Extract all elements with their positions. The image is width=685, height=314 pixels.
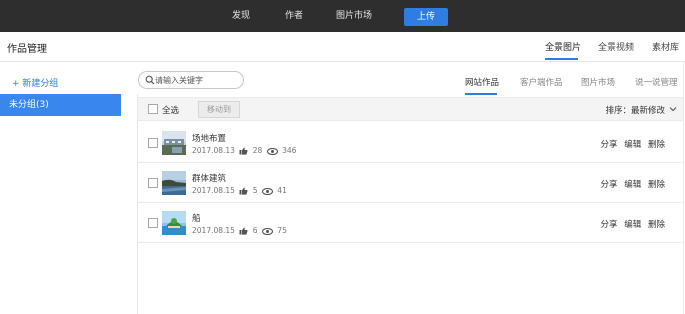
item-meta: 2017.08.15 5 41 xyxy=(192,186,287,195)
content-right-border xyxy=(683,62,684,314)
top-nav-bar: 发现 作者 图片市场 上传 xyxy=(0,0,685,32)
active-tab-indicator xyxy=(545,58,578,60)
tab-image-market[interactable]: 图片市场 xyxy=(581,76,615,88)
item-checkbox[interactable] xyxy=(148,218,158,228)
delete-button[interactable]: 删除 xyxy=(648,180,665,190)
header-divider xyxy=(0,61,685,62)
select-all-label[interactable]: 全选 xyxy=(162,104,179,116)
item-title[interactable]: 场地布置 xyxy=(192,132,226,144)
move-to-button[interactable]: 移动到 xyxy=(198,101,240,118)
eye-icon xyxy=(261,187,273,195)
list-item[interactable]: 船 2017.08.15 6 75 分享 编辑 删除 xyxy=(138,203,683,243)
thumbs-up-icon xyxy=(239,187,248,195)
item-meta: 2017.08.15 6 75 xyxy=(192,226,287,235)
thumbnail-coast-image[interactable] xyxy=(162,171,186,195)
tab-website-works[interactable]: 网站作品 xyxy=(465,76,499,88)
share-button[interactable]: 分享 xyxy=(601,220,618,230)
nav-authors[interactable]: 作者 xyxy=(285,0,303,32)
item-title[interactable]: 群体建筑 xyxy=(192,172,226,184)
nav-discover[interactable]: 发现 xyxy=(232,0,250,32)
eye-icon xyxy=(261,227,273,235)
item-actions: 分享 编辑 删除 xyxy=(597,138,665,150)
sort-dropdown[interactable]: 排序：最新修改 xyxy=(605,104,665,116)
tab-panorama-images[interactable]: 全景图片 xyxy=(545,40,581,53)
list-toolbar: 全选 移动到 排序：最新修改 xyxy=(138,97,683,121)
tab-panorama-videos[interactable]: 全景视频 xyxy=(598,40,634,53)
active-subtab-indicator xyxy=(465,93,497,95)
tab-client-works[interactable]: 客户端作品 xyxy=(520,76,563,88)
item-actions: 分享 编辑 删除 xyxy=(597,178,665,190)
delete-button[interactable]: 删除 xyxy=(648,220,665,230)
eye-icon xyxy=(266,147,278,155)
list-item[interactable]: 场地布置 2017.08.13 28 346 分享 编辑 删除 xyxy=(138,123,683,163)
item-title[interactable]: 船 xyxy=(192,212,201,224)
thumbnail-building-image[interactable] xyxy=(162,131,186,155)
edit-button[interactable]: 编辑 xyxy=(624,180,641,190)
item-date: 2017.08.15 xyxy=(192,226,235,235)
search-input[interactable] xyxy=(155,72,241,88)
item-checkbox[interactable] xyxy=(148,138,158,148)
page-title: 作品管理 xyxy=(7,44,47,55)
share-button[interactable]: 分享 xyxy=(601,140,618,150)
edit-button[interactable]: 编辑 xyxy=(624,140,641,150)
thumbs-up-icon xyxy=(239,227,248,235)
delete-button[interactable]: 删除 xyxy=(648,140,665,150)
item-views: 41 xyxy=(277,186,287,195)
new-group-button[interactable]: + 新建分组 xyxy=(12,76,58,89)
item-likes: 6 xyxy=(252,226,258,235)
chevron-down-icon[interactable] xyxy=(669,105,677,113)
item-checkbox[interactable] xyxy=(148,178,158,188)
item-likes: 5 xyxy=(252,186,258,195)
tab-material-library[interactable]: 素材库 xyxy=(652,40,679,53)
tab-talk-management[interactable]: 说一说管理 xyxy=(635,76,678,88)
list-item[interactable]: 群体建筑 2017.08.15 5 41 分享 编辑 删除 xyxy=(138,163,683,203)
item-views: 346 xyxy=(282,146,297,155)
search-icon[interactable] xyxy=(145,75,155,85)
item-views: 75 xyxy=(277,226,287,235)
item-meta: 2017.08.13 28 346 xyxy=(192,146,296,155)
upload-button[interactable]: 上传 xyxy=(404,8,448,26)
edit-button[interactable]: 编辑 xyxy=(624,220,641,230)
search-box xyxy=(138,71,244,89)
item-date: 2017.08.13 xyxy=(192,146,235,155)
item-date: 2017.08.15 xyxy=(192,186,235,195)
item-actions: 分享 编辑 删除 xyxy=(597,218,665,230)
item-likes: 28 xyxy=(252,146,263,155)
thumbs-up-icon xyxy=(239,147,248,155)
thumbnail-island-image[interactable] xyxy=(162,211,186,235)
select-all-checkbox[interactable] xyxy=(148,104,158,114)
nav-image-market[interactable]: 图片市场 xyxy=(336,0,372,32)
share-button[interactable]: 分享 xyxy=(601,180,618,190)
sidebar-item-ungrouped[interactable]: 未分组(3) xyxy=(0,94,121,116)
